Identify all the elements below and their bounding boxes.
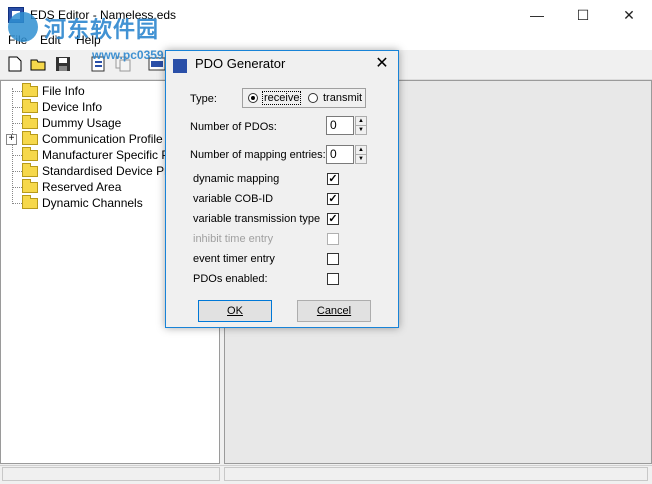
ok-button-label: OK [227,305,243,317]
folder-icon [22,131,38,145]
folder-icon [22,179,38,193]
dialog-close-button[interactable]: ✕ [370,54,394,74]
folder-icon [22,115,38,129]
pdo-generator-icon[interactable] [148,56,166,74]
spin-up-icon[interactable]: ▲ [356,146,366,155]
cancel-button[interactable]: Cancel [297,300,371,322]
tree-item-label: Device Info [42,100,103,114]
num-mapping-input[interactable]: 0 [326,145,354,164]
variable-cob-id-label: variable COB-ID [193,193,274,205]
spin-down-icon[interactable]: ▼ [356,155,366,163]
save-icon[interactable] [54,56,72,74]
check-icon: ✓ [328,173,338,185]
check-icon: ✓ [328,193,338,205]
cancel-button-label: Cancel [316,305,352,317]
pdos-enabled-label: PDOs enabled: [193,273,268,285]
transmit-radio-label[interactable]: transmit [323,92,362,104]
menu-edit[interactable]: Edit [40,33,61,47]
window-title: EDS Editor - Nameless.eds [30,8,177,22]
pdos-enabled-checkbox[interactable] [327,273,339,285]
dialog-title-bar: PDO Generator [173,56,393,78]
num-pdos-label: Number of PDOs: [190,121,277,133]
num-pdos-spinner[interactable]: ▲ ▼ [355,116,367,135]
variable-transmission-type-checkbox[interactable]: ✓ [327,213,339,225]
minimize-button[interactable]: — [514,0,560,30]
receive-radio[interactable] [248,93,258,103]
new-file-icon[interactable] [6,56,24,74]
event-timer-entry-checkbox[interactable] [327,253,339,265]
tree-item-label: File Info [42,84,85,98]
num-mapping-spinner[interactable]: ▲ ▼ [355,145,367,164]
expand-toggle[interactable]: + [6,134,17,145]
maximize-button[interactable]: ☐ [560,0,606,30]
dynamic-mapping-label: dynamic mapping [193,173,280,185]
num-mapping-label: Number of mapping entries: [190,149,326,161]
folder-icon [22,195,38,209]
folder-icon [22,147,38,161]
status-cell-left [2,467,220,481]
folder-icon [22,83,38,97]
num-pdos-input[interactable]: 0 [326,116,354,135]
dialog-title: PDO Generator [195,56,286,71]
open-folder-icon[interactable] [30,56,48,74]
ok-button[interactable]: OK [198,300,272,322]
spin-down-icon[interactable]: ▼ [356,126,366,134]
tree-item-label: Dynamic Channels [42,196,143,210]
copy-icon[interactable] [114,56,132,74]
receive-radio-label[interactable]: receive [261,91,302,105]
folder-icon [22,163,38,177]
folder-icon [22,99,38,113]
dynamic-mapping-checkbox[interactable]: ✓ [327,173,339,185]
tree-item-label: Reserved Area [42,180,122,194]
close-button[interactable]: ✕ [606,0,652,30]
menu-file[interactable]: File [8,33,27,47]
event-timer-entry-label: event timer entry [193,253,275,265]
inhibit-time-entry-checkbox [327,233,339,245]
inhibit-time-entry-label: inhibit time entry [193,233,274,245]
menu-help[interactable]: Help [76,33,101,47]
dialog-app-icon [173,59,187,73]
spin-up-icon[interactable]: ▲ [356,117,366,126]
transmit-radio[interactable] [308,93,318,103]
variable-cob-id-checkbox[interactable]: ✓ [327,193,339,205]
type-label: Type: [190,93,217,105]
app-icon [8,7,24,23]
check-icon: ✓ [328,213,338,225]
status-cell-right [224,467,648,481]
variable-transmission-type-label: variable transmission type [193,213,321,225]
tree-item-label: Dummy Usage [42,116,122,130]
generate-icon[interactable] [90,56,108,74]
